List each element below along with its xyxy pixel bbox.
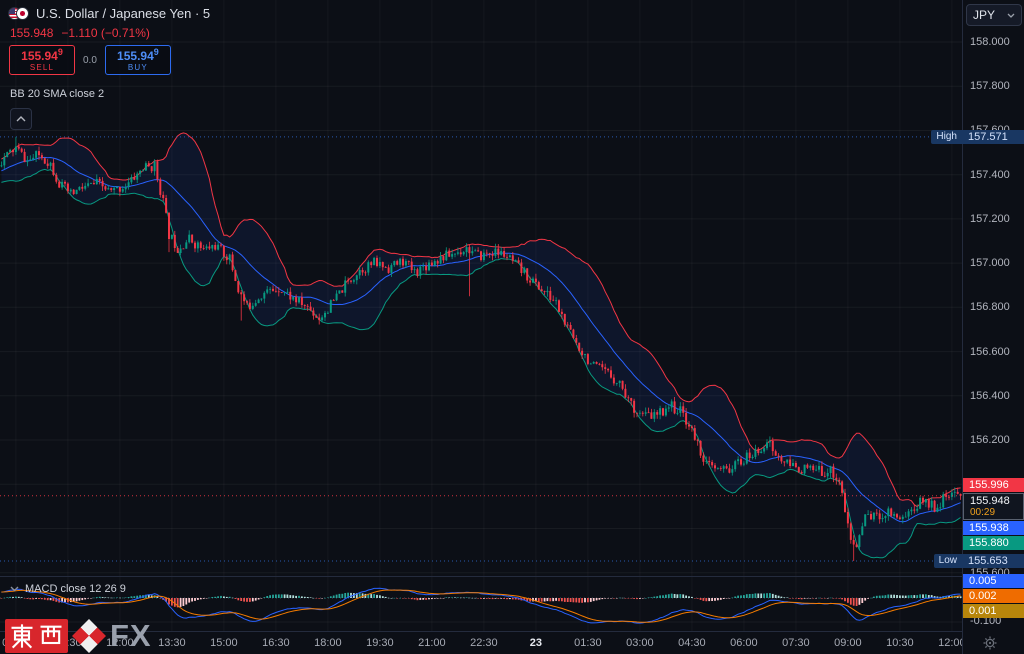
currency-axis-dropdown[interactable]: JPY — [966, 4, 1022, 26]
price-tick-label: 156.200 — [970, 434, 1010, 446]
trading-chart-app: MACD close 12 26 9 09:0010:3012:0013:301… — [0, 0, 1024, 654]
buy-price-pip: 9 — [154, 47, 159, 57]
sell-price-pip: 9 — [58, 47, 63, 57]
sell-button[interactable]: 155.949 SELL — [9, 45, 75, 75]
price-tick-label: 155.600 — [970, 567, 1010, 579]
legend-collapse-button[interactable] — [10, 108, 32, 130]
buy-button[interactable]: 155.949 BUY — [105, 45, 171, 75]
price-change-text: −1.110 (−0.71%) — [61, 26, 150, 40]
spread-value: 0.0 — [83, 55, 97, 66]
time-axis-label: 04:30 — [678, 637, 706, 649]
time-axis-label: 07:30 — [782, 637, 810, 649]
time-axis-label: 15:00 — [210, 637, 238, 649]
time-axis-label: 16:30 — [262, 637, 290, 649]
time-axis-label: 06:00 — [730, 637, 758, 649]
price-tick-label: 156.800 — [970, 301, 1010, 313]
sell-label: SELL — [30, 64, 54, 72]
price-pane[interactable] — [0, 0, 962, 576]
broker-watermark: FX — [5, 619, 152, 653]
macd-collapse-icon — [10, 586, 19, 592]
price-tick-label: 156.000 — [970, 478, 1010, 490]
price-tick-label: 157.000 — [970, 257, 1010, 269]
price-tick-label: 157.400 — [970, 169, 1010, 181]
macd-indicator-legend[interactable]: MACD close 12 26 9 — [10, 583, 126, 595]
currency-axis-label: JPY — [973, 8, 995, 22]
symbol-title[interactable]: U.S. Dollar / Japanese Yen · 5 — [36, 6, 210, 21]
axis-settings-gear-icon[interactable] — [983, 636, 997, 650]
time-axis-label: 13:30 — [158, 637, 186, 649]
jp-flag-icon — [16, 7, 29, 20]
time-axis-label: 03:00 — [626, 637, 654, 649]
time-axis-label: 01:30 — [574, 637, 602, 649]
symbol-legend[interactable]: U.S. Dollar / Japanese Yen · 5 — [8, 6, 210, 21]
watermark-kanji-logo — [5, 619, 68, 653]
price-axis[interactable]: JPY 158.000 157.800 157.600 157.400 157.200 1… — [962, 0, 1024, 654]
buy-price: 155.94 — [117, 49, 154, 63]
symbol-icon — [8, 7, 29, 20]
kanji-nishi-icon — [37, 622, 65, 650]
macd-tick-label: -0.100 — [970, 615, 1001, 627]
kanji-higashi-icon — [8, 622, 36, 650]
order-buttons-row: 155.949 SELL 0.0 155.949 BUY — [9, 45, 171, 75]
time-axis-label: 19:30 — [366, 637, 394, 649]
price-tick-label: 155.800 — [970, 522, 1010, 534]
sell-price: 155.94 — [21, 49, 58, 63]
bb-indicator-legend[interactable]: BB 20 SMA close 2 — [10, 88, 104, 100]
price-tick-label: 158.000 — [970, 36, 1010, 48]
time-axis-label: 21:00 — [418, 637, 446, 649]
price-tick-label: 157.600 — [970, 124, 1010, 136]
chevron-up-icon — [16, 116, 26, 122]
price-tick-label: 157.200 — [970, 213, 1010, 225]
watermark-fx-text: FX — [110, 619, 152, 653]
price-tick-label: 157.800 — [970, 80, 1010, 92]
watermark-diamond-icon — [72, 619, 106, 653]
price-tick-label: 156.400 — [970, 390, 1010, 402]
price-change-row: 155.948 −1.110 (−0.71%) — [10, 26, 150, 40]
time-axis-label: 22:30 — [470, 637, 498, 649]
time-axis-label: 10:30 — [886, 637, 914, 649]
price-tick-label: 156.600 — [970, 346, 1010, 358]
buy-label: BUY — [128, 64, 148, 72]
time-axis-date-label: 23 — [530, 637, 542, 649]
last-price-text: 155.948 — [10, 26, 53, 40]
macd-legend-label: MACD close 12 26 9 — [25, 583, 126, 595]
macd-tick-label: 0.000 — [970, 591, 998, 603]
chevron-down-icon — [1007, 13, 1015, 18]
time-axis-label: 09:00 — [834, 637, 862, 649]
time-axis-label: 18:00 — [314, 637, 342, 649]
